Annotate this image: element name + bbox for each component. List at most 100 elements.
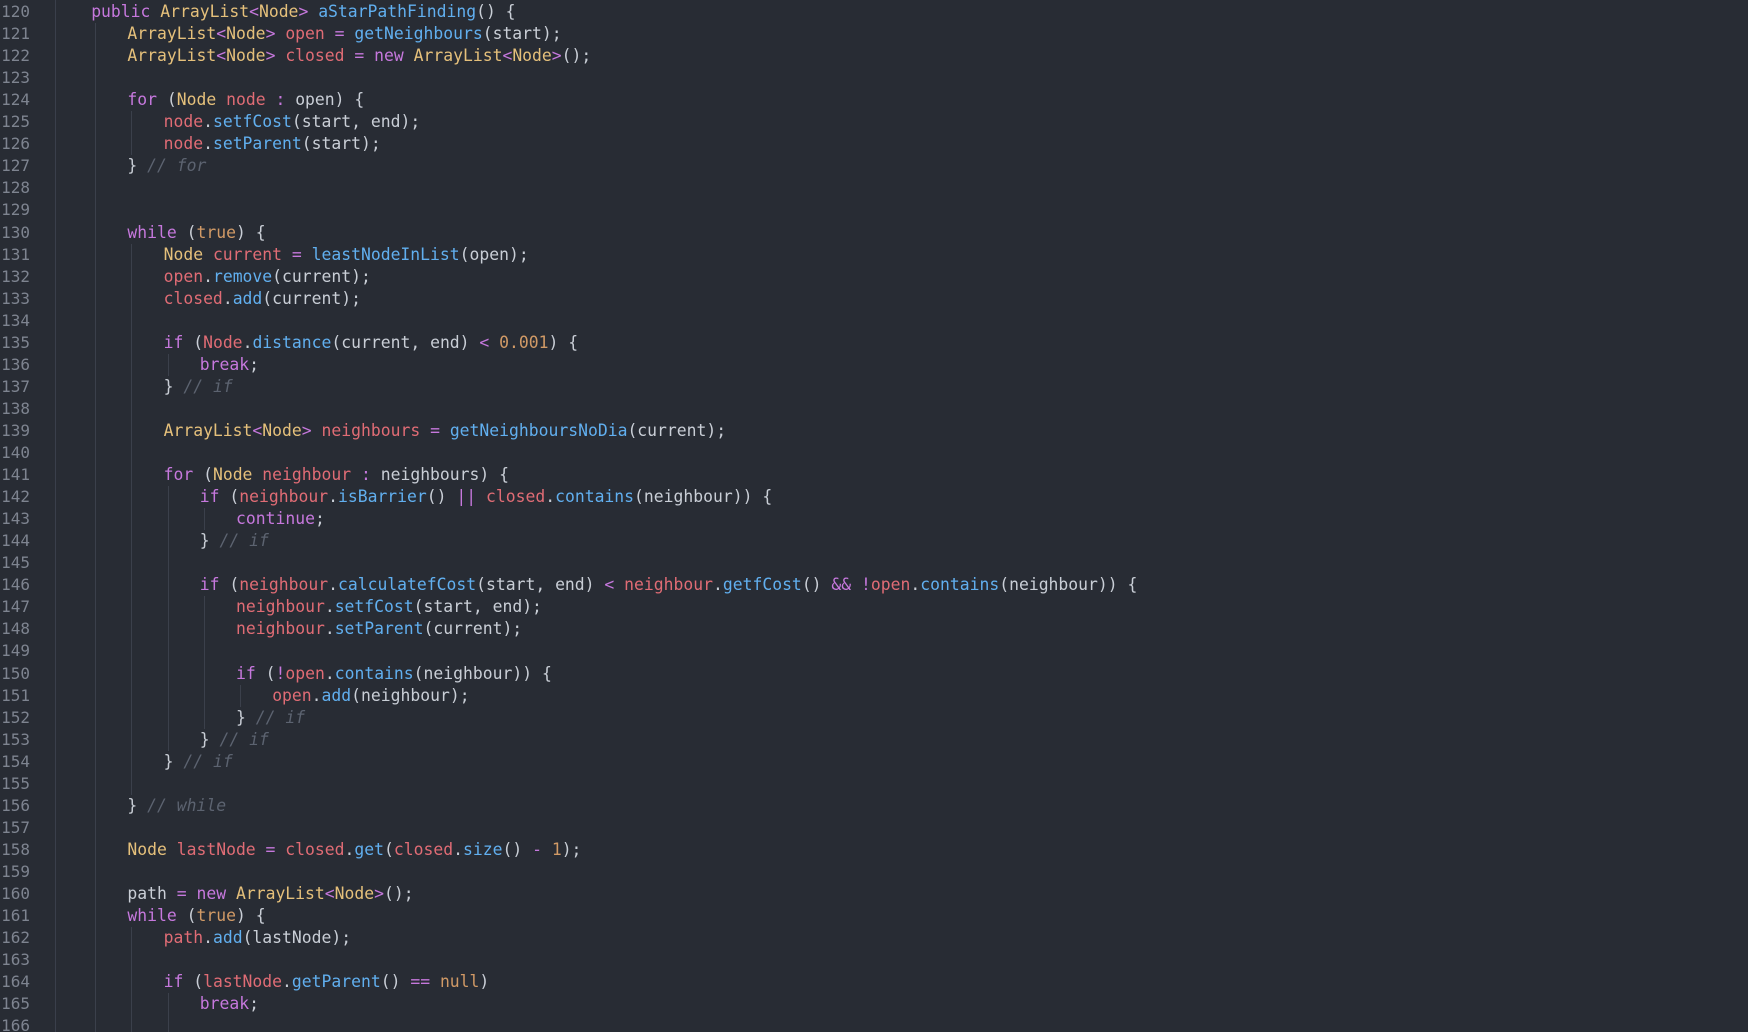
code-token: . — [712, 575, 723, 595]
code-line[interactable]: path.add(lastNode); — [164, 927, 352, 949]
code-token: open — [163, 266, 204, 286]
code-token: < — [479, 332, 500, 352]
code-area[interactable]: public ArrayList<Node> aStarPathFinding(… — [0, 0, 1748, 1032]
code-line[interactable]: } // if — [200, 530, 269, 552]
code-token: . — [324, 663, 335, 683]
code-token: } — [163, 751, 184, 771]
code-token: closed — [163, 288, 223, 308]
code-line[interactable]: if (lastNode.getParent() == null) — [164, 971, 490, 993]
code-line[interactable]: if (neighbour.calculatefCost(start, end)… — [200, 574, 1138, 596]
code-token: () — [426, 487, 457, 507]
code-line[interactable]: ArrayList<Node> neighbours = getNeighbou… — [164, 420, 727, 442]
code-token: Node — [512, 46, 552, 66]
code-token: leastNodeInList — [311, 244, 460, 264]
code-token: (start, end); — [291, 112, 421, 132]
indent-guide — [240, 684, 241, 707]
code-token: 0.001 — [499, 332, 549, 352]
code-line[interactable]: if (!open.contains(neighbour)) { — [236, 663, 552, 685]
code-token: add — [321, 685, 352, 705]
code-line[interactable]: } // if — [236, 707, 305, 729]
code-token: ( — [203, 465, 213, 485]
code-token: Node — [163, 244, 213, 264]
code-line[interactable]: neighbour.setParent(current); — [236, 618, 522, 640]
code-token: > — [298, 2, 319, 21]
code-line[interactable]: } // if — [164, 376, 233, 398]
code-line[interactable]: break; — [200, 993, 259, 1015]
code-token: = — [255, 839, 286, 859]
code-token: : — [265, 90, 296, 110]
code-token: (); — [561, 46, 592, 66]
code-token: . — [203, 134, 213, 154]
code-token: setfCost — [334, 597, 414, 617]
code-token: open — [272, 685, 312, 705]
code-token: ; — [249, 354, 260, 374]
code-line[interactable]: } // if — [164, 751, 233, 773]
code-token: > — [265, 46, 286, 66]
code-line[interactable]: if (Node.distance(current, end) < 0.001)… — [164, 332, 579, 354]
code-token: . — [242, 332, 253, 352]
code-token: lastNode — [203, 972, 283, 992]
code-line[interactable]: path = new ArrayList<Node>(); — [127, 883, 413, 905]
code-token: Node — [226, 46, 266, 66]
code-token: ( — [229, 575, 240, 595]
code-token: Node — [212, 465, 263, 485]
code-token: 1 — [551, 839, 562, 859]
code-line[interactable]: ArrayList<Node> open = getNeighbours(sta… — [127, 23, 561, 45]
code-line[interactable]: public ArrayList<Node> aStarPathFinding(… — [91, 1, 515, 23]
code-line[interactable]: neighbour.setfCost(start, end); — [236, 596, 542, 618]
code-token: = — [324, 24, 355, 44]
code-token: (current); — [423, 619, 523, 639]
code-line[interactable]: node.setfCost(start, end); — [164, 111, 421, 133]
code-token: . — [222, 288, 233, 308]
code-line[interactable]: for (Node neighbour : neighbours) { — [164, 464, 509, 486]
code-token: (start); — [482, 24, 562, 44]
code-token: . — [311, 685, 322, 705]
code-token: ArrayList — [163, 420, 253, 440]
code-token: (neighbour)) { — [634, 487, 773, 507]
code-token: neighbour — [236, 619, 325, 639]
code-token: public — [91, 2, 161, 21]
code-token: (current); — [627, 420, 727, 440]
code-token: contains — [334, 663, 414, 683]
code-token: new — [374, 46, 414, 66]
code-token: aStarPathFinding — [318, 2, 477, 21]
code-token: . — [324, 597, 335, 617]
code-token: > — [551, 46, 562, 66]
code-token: ArrayList — [413, 46, 503, 66]
code-line[interactable]: continue; — [236, 508, 325, 530]
code-line[interactable]: while (true) { — [127, 222, 265, 244]
code-line[interactable]: } // if — [200, 729, 269, 751]
code-line[interactable]: Node lastNode = closed.get(closed.size()… — [127, 839, 581, 861]
code-token: neighbour — [239, 487, 329, 507]
code-line[interactable]: } // while — [127, 795, 226, 817]
code-token: remove — [212, 266, 273, 286]
code-line[interactable]: ArrayList<Node> closed = new ArrayList<N… — [127, 45, 591, 67]
code-line[interactable]: break; — [200, 354, 259, 376]
code-line[interactable]: closed.add(current); — [164, 288, 361, 310]
code-line[interactable]: Node current = leastNodeInList(open); — [164, 244, 529, 266]
code-token: true — [196, 906, 236, 926]
code-line[interactable]: while (true) { — [127, 905, 265, 927]
code-token: isBarrier — [337, 487, 427, 507]
code-token: ( — [166, 90, 177, 110]
code-line[interactable]: if (neighbour.isBarrier() || closed.cont… — [200, 486, 772, 508]
code-token: for — [127, 90, 167, 110]
code-line[interactable]: for (Node node : open) { — [127, 89, 364, 111]
code-token: } — [199, 531, 220, 551]
code-line[interactable]: open.add(neighbour); — [272, 685, 469, 707]
code-token: Node — [262, 420, 302, 440]
code-token: contains — [920, 575, 1000, 595]
code-line[interactable]: open.remove(current); — [164, 266, 371, 288]
code-token: closed — [285, 46, 345, 66]
code-token: < — [502, 46, 513, 66]
code-editor[interactable]: 120 121 122 123 124 125 126 127 128 129 130 131 132 1… — [0, 0, 1748, 1032]
indent-guide — [131, 927, 133, 1032]
code-token: < — [324, 884, 335, 903]
code-token: null — [439, 972, 480, 992]
code-token: ( — [186, 222, 197, 242]
code-line[interactable]: } // for — [127, 155, 206, 177]
code-token: if — [199, 575, 230, 595]
code-token: } — [199, 729, 220, 749]
code-token: ) { — [548, 332, 579, 352]
code-line[interactable]: node.setParent(start); — [164, 133, 381, 155]
